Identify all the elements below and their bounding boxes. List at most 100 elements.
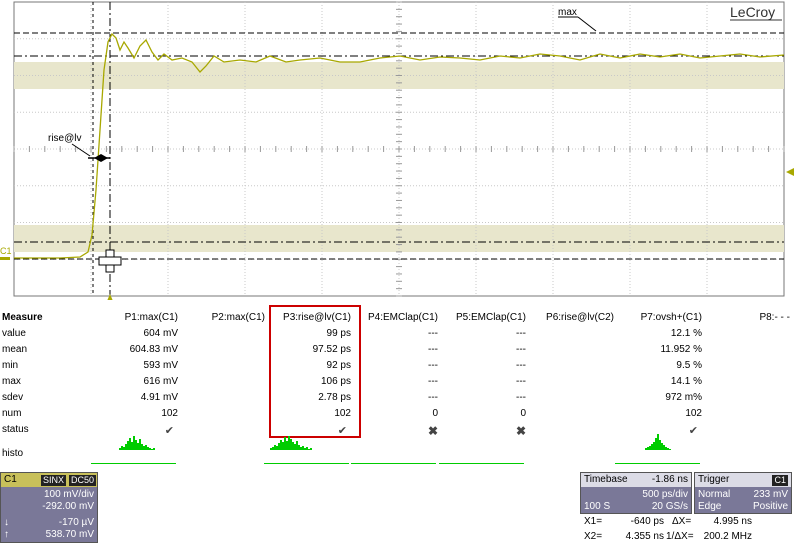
trigger-label: Trigger [698, 474, 730, 485]
p4-histogram [351, 450, 436, 464]
p7-mean: 11.952 % [660, 344, 702, 355]
row-label: num [2, 408, 22, 419]
inv-dx-value: 200.2 MHz [703, 531, 752, 542]
timebase-header: Timebase -1.86 ns [581, 473, 691, 487]
measure-row-value: value 604 mV 99 ps --- --- 12.1 % [0, 328, 794, 344]
measure-header-row: Measure P1:max(C1) P2:max(C1) P3:rise@lv… [0, 312, 794, 328]
p1-status-check-icon: ✔ [164, 425, 174, 437]
x2-label: X2= [584, 531, 603, 542]
p5-status-cross-icon: ✖ [515, 424, 526, 438]
trigger-level-marker[interactable] [786, 168, 794, 176]
histogram-bin [310, 448, 312, 450]
histogram-bin [153, 448, 155, 450]
p3-highlight-box [269, 305, 361, 438]
p4-num: 0 [432, 408, 438, 419]
p7-histogram [615, 434, 700, 464]
row-label: sdev [2, 392, 24, 403]
measure-row-sdev: sdev 4.91 mV 2.78 ps --- --- 972 m% [0, 392, 794, 408]
channel-ground-label: C1 [0, 246, 12, 256]
row-label: mean [2, 344, 28, 355]
trigger-header: Trigger C1 [695, 473, 791, 487]
cursor2-arrow-icon: ↑ [4, 529, 9, 540]
measure-title: Measure [2, 312, 43, 323]
p3-histogram [264, 436, 349, 464]
measure-row-status: status ✔ ✔ ✖ ✖ ✔ [0, 424, 794, 440]
timebase-samples: 100 S [584, 501, 611, 512]
measure-row-max: max 616 mV 106 ps --- --- 14.1 % [0, 376, 794, 392]
histogram-bin [669, 449, 671, 450]
channel-ground-marker[interactable] [0, 257, 10, 260]
cursor-readout: X1= -640 ps ΔX= 4.995 ns X2= 4.355 ns 1/… [580, 514, 794, 543]
trigger-type: Edge [698, 501, 722, 512]
column-header-p1[interactable]: P1:max(C1) [125, 312, 178, 323]
column-header-p4[interactable]: P4:EMClap(C1) [368, 312, 438, 323]
p5-sdev: --- [516, 392, 526, 403]
row-label: max [2, 376, 21, 387]
cursor1-arrow-icon: ↓ [4, 517, 9, 528]
p5-histogram [439, 450, 524, 464]
rise-marker-label: rise@lv [48, 133, 82, 144]
dc50-badge: DC50 [69, 475, 97, 486]
trigger-panel[interactable]: Trigger C1 Normal 233 mV Edge Positive [694, 472, 792, 514]
p5-min: --- [516, 360, 526, 371]
p4-value: --- [428, 328, 438, 339]
channel-cursor2-value: 538.70 mV [45, 529, 94, 540]
row-label: value [2, 328, 26, 339]
measure-row-mean: mean 604.83 mV 97.52 ps --- --- 11.952 % [0, 344, 794, 360]
lower-band [14, 225, 784, 252]
p5-value: --- [516, 328, 526, 339]
channel-offset: -292.00 mV [42, 501, 94, 512]
p1-value: 604 mV [143, 328, 178, 339]
column-header-p8[interactable]: P8:- - - [759, 312, 790, 323]
channel-name: C1 [4, 474, 17, 485]
measure-row-num: num 102 102 0 0 102 [0, 408, 794, 424]
p4-mean: --- [428, 344, 438, 355]
row-label: status [2, 424, 29, 435]
sinx-badge: SINX [41, 475, 67, 486]
p4-max: --- [428, 376, 438, 387]
p4-min: --- [428, 360, 438, 371]
channel-panel-header: C1 SINX DC50 [1, 473, 97, 487]
p5-mean: --- [516, 344, 526, 355]
column-header-p2[interactable]: P2:max(C1) [212, 312, 265, 323]
timebase-panel[interactable]: Timebase -1.86 ns 500 ps/div 100 S 20 GS… [580, 472, 692, 514]
trigger-source-badge: C1 [772, 475, 788, 486]
channel-c1-panel[interactable]: C1 SINX DC50 100 mV/div -292.00 mV ↓ -17… [0, 472, 98, 543]
timebase-delay: -1.86 ns [651, 474, 688, 485]
lecroy-logo: LeCroy [730, 4, 775, 20]
waveform-display[interactable]: rise@lv max LeCroy C1 [0, 0, 794, 300]
trigger-mode: Normal [698, 489, 731, 500]
p7-min: 9.5 % [676, 360, 702, 371]
trigger-slope: Positive [752, 501, 788, 512]
p7-max: 14.1 % [670, 376, 702, 387]
timebase-tdiv: 500 ps/div [642, 489, 688, 500]
timebase-rate: 20 GS/s [651, 501, 688, 512]
trigger-level: 233 mV [753, 489, 788, 500]
column-header-p5[interactable]: P5:EMClap(C1) [456, 312, 526, 323]
p1-mean: 604.83 mV [129, 344, 178, 355]
max-marker-label: max [558, 7, 577, 18]
p5-max: --- [516, 376, 526, 387]
p1-min: 593 mV [143, 360, 178, 371]
p7-status-check-icon: ✔ [688, 425, 698, 437]
channel-vdiv: 100 mV/div [43, 489, 94, 500]
p5-num: 0 [520, 408, 526, 419]
p1-histogram [91, 436, 176, 464]
column-header-p6[interactable]: P6:rise@lv(C2) [546, 312, 614, 323]
row-label: histo [2, 448, 24, 459]
measure-row-min: min 593 mV 92 ps --- --- 9.5 % [0, 360, 794, 376]
dx-label: ΔX= [672, 516, 692, 527]
p1-max: 616 mV [143, 376, 178, 387]
column-header-p7[interactable]: P7:ovsh+(C1) [641, 312, 702, 323]
p4-sdev: --- [428, 392, 438, 403]
p7-num: 102 [685, 408, 702, 419]
dx-value: 4.995 ns [713, 516, 752, 527]
p7-value: 12.1 % [670, 328, 702, 339]
p1-num: 102 [161, 408, 178, 419]
channel-cursor1-value: -170 µV [58, 517, 94, 528]
row-label: min [2, 360, 19, 371]
timebase-label: Timebase [584, 474, 628, 485]
x2-value: 4.355 ns [625, 531, 664, 542]
p4-status-cross-icon: ✖ [427, 424, 438, 438]
inv-dx-label: 1/ΔX= [666, 531, 694, 542]
